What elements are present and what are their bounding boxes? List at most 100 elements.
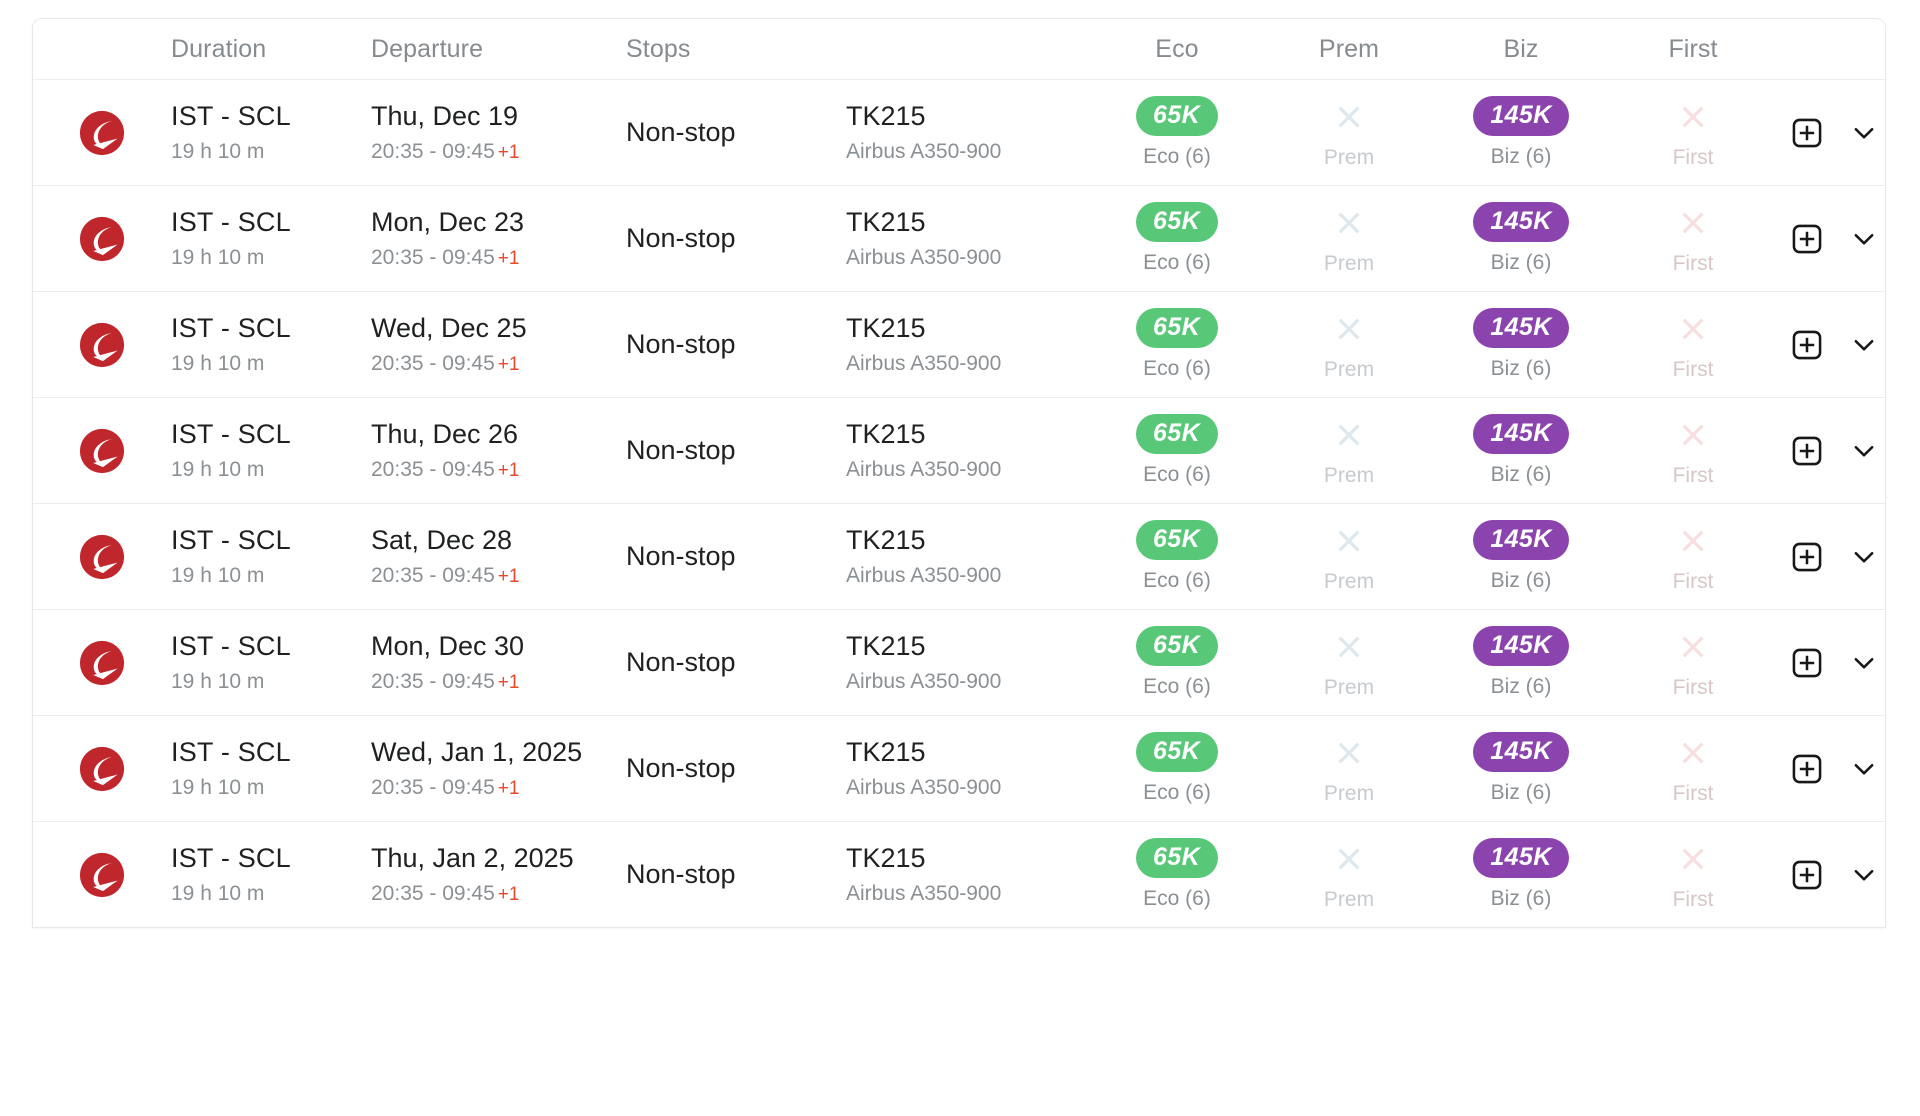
fare-cell-eco[interactable]: 65K Eco (6) (1091, 519, 1263, 594)
duration-cell: IST - SCL 19 h 10 m (171, 631, 371, 693)
day-offset-badge: +1 (497, 883, 520, 905)
fare-cell-biz[interactable]: 145K Biz (6) (1435, 731, 1607, 806)
fare-price-pill-eco[interactable]: 65K (1136, 731, 1218, 773)
fare-price-pill-eco[interactable]: 65K (1136, 413, 1218, 455)
add-button[interactable] (1791, 859, 1823, 891)
duration-text: 19 h 10 m (171, 563, 265, 587)
duration-cell: IST - SCL 19 h 10 m (171, 737, 371, 799)
airline-logo (33, 216, 171, 262)
fare-cell-eco[interactable]: 65K Eco (6) (1091, 731, 1263, 806)
expand-button[interactable] (1849, 330, 1879, 360)
fare-price-pill-eco[interactable]: 65K (1136, 837, 1218, 879)
fare-cell-first: First (1607, 96, 1779, 170)
fare-cell-eco[interactable]: 65K Eco (6) (1091, 625, 1263, 700)
flight-cell: TK215 Airbus A350-900 (846, 737, 1091, 799)
fare-cell-eco[interactable]: 65K Eco (6) (1091, 307, 1263, 382)
route-text: IST - SCL (171, 101, 291, 132)
add-button[interactable] (1791, 435, 1823, 467)
add-button[interactable] (1791, 329, 1823, 361)
departure-date: Thu, Jan 2, 2025 (371, 843, 574, 874)
fare-cell-first: First (1607, 626, 1779, 700)
add-button[interactable] (1791, 753, 1823, 785)
fare-cell-biz[interactable]: 145K Biz (6) (1435, 519, 1607, 594)
fare-cell-prem: Prem (1263, 96, 1435, 170)
row-actions (1779, 329, 1885, 361)
fare-price-pill-biz[interactable]: 145K (1473, 625, 1569, 667)
day-offset-badge: +1 (497, 141, 520, 163)
fare-price-pill-biz[interactable]: 145K (1473, 837, 1569, 879)
header-first: First (1668, 34, 1718, 63)
aircraft-type: Airbus A350-900 (846, 881, 1002, 905)
fare-cell-biz[interactable]: 145K Biz (6) (1435, 625, 1607, 700)
fare-cell-eco[interactable]: 65K Eco (6) (1091, 413, 1263, 488)
aircraft-type: Airbus A350-900 (846, 457, 1002, 481)
fare-price-pill-eco[interactable]: 65K (1136, 519, 1218, 561)
chevron-down-icon (1849, 648, 1879, 678)
table-row[interactable]: IST - SCL 19 h 10 m Mon, Dec 30 20:35 - 09:… (33, 610, 1885, 716)
fare-price-pill-eco[interactable]: 65K (1136, 95, 1218, 137)
fare-price-pill-biz[interactable]: 145K (1473, 201, 1569, 243)
expand-button[interactable] (1849, 224, 1879, 254)
table-row[interactable]: IST - SCL 19 h 10 m Sat, Dec 28 20:35 - 09:… (33, 504, 1885, 610)
fare-label-first: First (1672, 251, 1714, 275)
fare-price-pill-biz[interactable]: 145K (1473, 413, 1569, 455)
expand-button[interactable] (1849, 754, 1879, 784)
departure-date: Mon, Dec 23 (371, 207, 525, 238)
route-text: IST - SCL (171, 631, 291, 662)
table-row[interactable]: IST - SCL 19 h 10 m Thu, Dec 19 20:35 - 09:… (33, 80, 1885, 186)
table-row[interactable]: IST - SCL 19 h 10 m Wed, Dec 25 20:35 - 09:… (33, 292, 1885, 398)
expand-button[interactable] (1849, 860, 1879, 890)
fare-cell-eco[interactable]: 65K Eco (6) (1091, 201, 1263, 276)
add-button[interactable] (1791, 541, 1823, 573)
table-row[interactable]: IST - SCL 19 h 10 m Thu, Dec 26 20:35 - 09:… (33, 398, 1885, 504)
route-text: IST - SCL (171, 737, 291, 768)
airline-logo (33, 852, 171, 898)
expand-button[interactable] (1849, 118, 1879, 148)
x-icon-prem (1334, 414, 1364, 455)
x-icon-prem (1334, 202, 1364, 243)
fare-cell-eco[interactable]: 65K Eco (6) (1091, 95, 1263, 170)
fare-price-pill-biz[interactable]: 145K (1473, 95, 1569, 137)
x-icon-first (1678, 838, 1708, 879)
expand-button[interactable] (1849, 648, 1879, 678)
departure-times: 20:35 - 09:45 (371, 669, 495, 693)
add-button[interactable] (1791, 223, 1823, 255)
fare-price-pill-biz[interactable]: 145K (1473, 307, 1569, 349)
fare-cell-biz[interactable]: 145K Biz (6) (1435, 201, 1607, 276)
flight-results-card: Duration Departure Stops Eco Prem Biz Fi… (32, 18, 1886, 928)
fare-price-pill-biz[interactable]: 145K (1473, 519, 1569, 561)
plus-square-icon (1791, 435, 1823, 467)
airline-logo (33, 534, 171, 580)
fare-cell-eco[interactable]: 65K Eco (6) (1091, 837, 1263, 912)
fare-label-biz: Biz (6) (1490, 781, 1552, 805)
fare-price-pill-eco[interactable]: 65K (1136, 201, 1218, 243)
stops-cell: Non-stop (626, 117, 846, 148)
table-row[interactable]: IST - SCL 19 h 10 m Mon, Dec 23 20:35 - 09:… (33, 186, 1885, 292)
flight-results-page: Duration Departure Stops Eco Prem Biz Fi… (0, 0, 1920, 1116)
fare-cell-biz[interactable]: 145K Biz (6) (1435, 837, 1607, 912)
fare-label-biz: Biz (6) (1490, 251, 1552, 275)
table-row[interactable]: IST - SCL 19 h 10 m Wed, Jan 1, 2025 20:35 … (33, 716, 1885, 822)
fare-cell-biz[interactable]: 145K Biz (6) (1435, 95, 1607, 170)
departure-cell: Thu, Jan 2, 2025 20:35 - 09:45 +1 (371, 843, 626, 905)
expand-button[interactable] (1849, 436, 1879, 466)
flight-number: TK215 (846, 737, 926, 768)
fare-cell-biz[interactable]: 145K Biz (6) (1435, 413, 1607, 488)
fare-label-prem: Prem (1323, 463, 1375, 487)
fare-label-first: First (1672, 781, 1714, 805)
plus-square-icon (1791, 117, 1823, 149)
fare-cell-biz[interactable]: 145K Biz (6) (1435, 307, 1607, 382)
fare-price-pill-eco[interactable]: 65K (1136, 625, 1218, 667)
departure-times-wrap: 20:35 - 09:45 +1 (371, 670, 626, 694)
duration-text: 19 h 10 m (171, 245, 265, 269)
add-button[interactable] (1791, 117, 1823, 149)
x-icon-prem (1334, 96, 1364, 137)
fare-price-pill-biz[interactable]: 145K (1473, 731, 1569, 773)
fare-cell-first: First (1607, 520, 1779, 594)
expand-button[interactable] (1849, 542, 1879, 572)
day-offset-badge: +1 (497, 459, 520, 481)
add-button[interactable] (1791, 647, 1823, 679)
row-actions (1779, 223, 1885, 255)
table-row[interactable]: IST - SCL 19 h 10 m Thu, Jan 2, 2025 20:35 … (33, 822, 1885, 927)
fare-price-pill-eco[interactable]: 65K (1136, 307, 1218, 349)
